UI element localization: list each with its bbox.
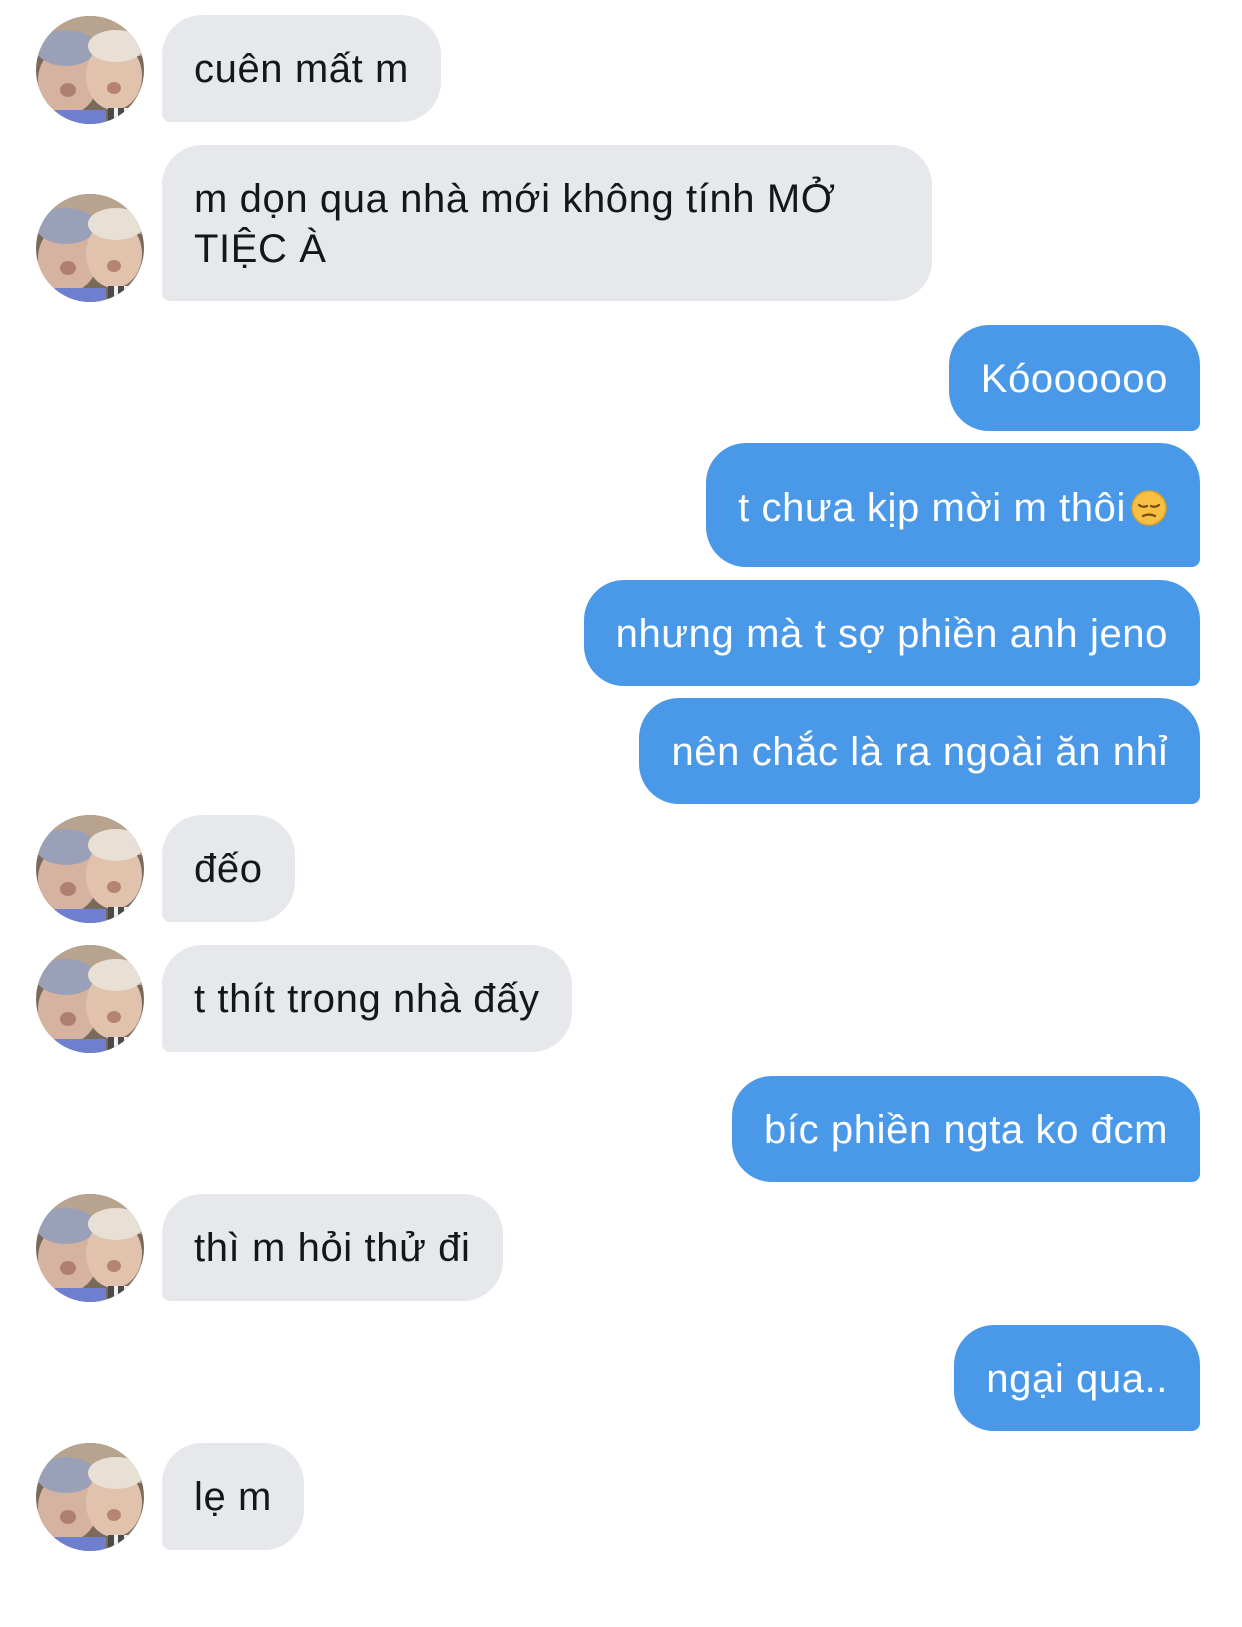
contact-avatar[interactable] (36, 194, 144, 302)
outgoing-message-bubble[interactable]: ngại qua.. (954, 1325, 1200, 1431)
contact-avatar[interactable] (36, 16, 144, 124)
outgoing-message-bubble[interactable]: nên chắc là ra ngoài ăn nhỉ (639, 698, 1200, 804)
contact-avatar[interactable] (36, 815, 144, 923)
contact-avatar[interactable] (36, 945, 144, 1053)
outgoing-message-bubble[interactable]: Kóoooooo (948, 325, 1200, 431)
incoming-message-bubble[interactable]: t thít trong nhà đấy (162, 945, 572, 1052)
contact-avatar[interactable] (36, 1194, 144, 1302)
outgoing-message-text: t chưa kịp mời m thôi (738, 486, 1126, 530)
outgoing-message-bubble[interactable]: nhưng mà t sợ phiền anh jeno (583, 580, 1200, 686)
outgoing-message-bubble[interactable]: bíc phiền ngta ko đcm (732, 1076, 1200, 1182)
incoming-message-bubble[interactable]: đếo (162, 815, 295, 922)
outgoing-message-bubble[interactable]: t chưa kịp mời m thôi (706, 443, 1200, 567)
pensive-face-icon (1130, 489, 1168, 539)
incoming-message-bubble[interactable]: thì m hỏi thử đi (162, 1194, 503, 1301)
contact-avatar[interactable] (36, 1443, 144, 1551)
incoming-message-bubble[interactable]: m dọn qua nhà mới không tính MỞ TIỆC À (162, 145, 932, 301)
incoming-message-bubble[interactable]: cuên mất m (162, 15, 441, 122)
incoming-message-bubble[interactable]: lẹ m (162, 1443, 304, 1550)
